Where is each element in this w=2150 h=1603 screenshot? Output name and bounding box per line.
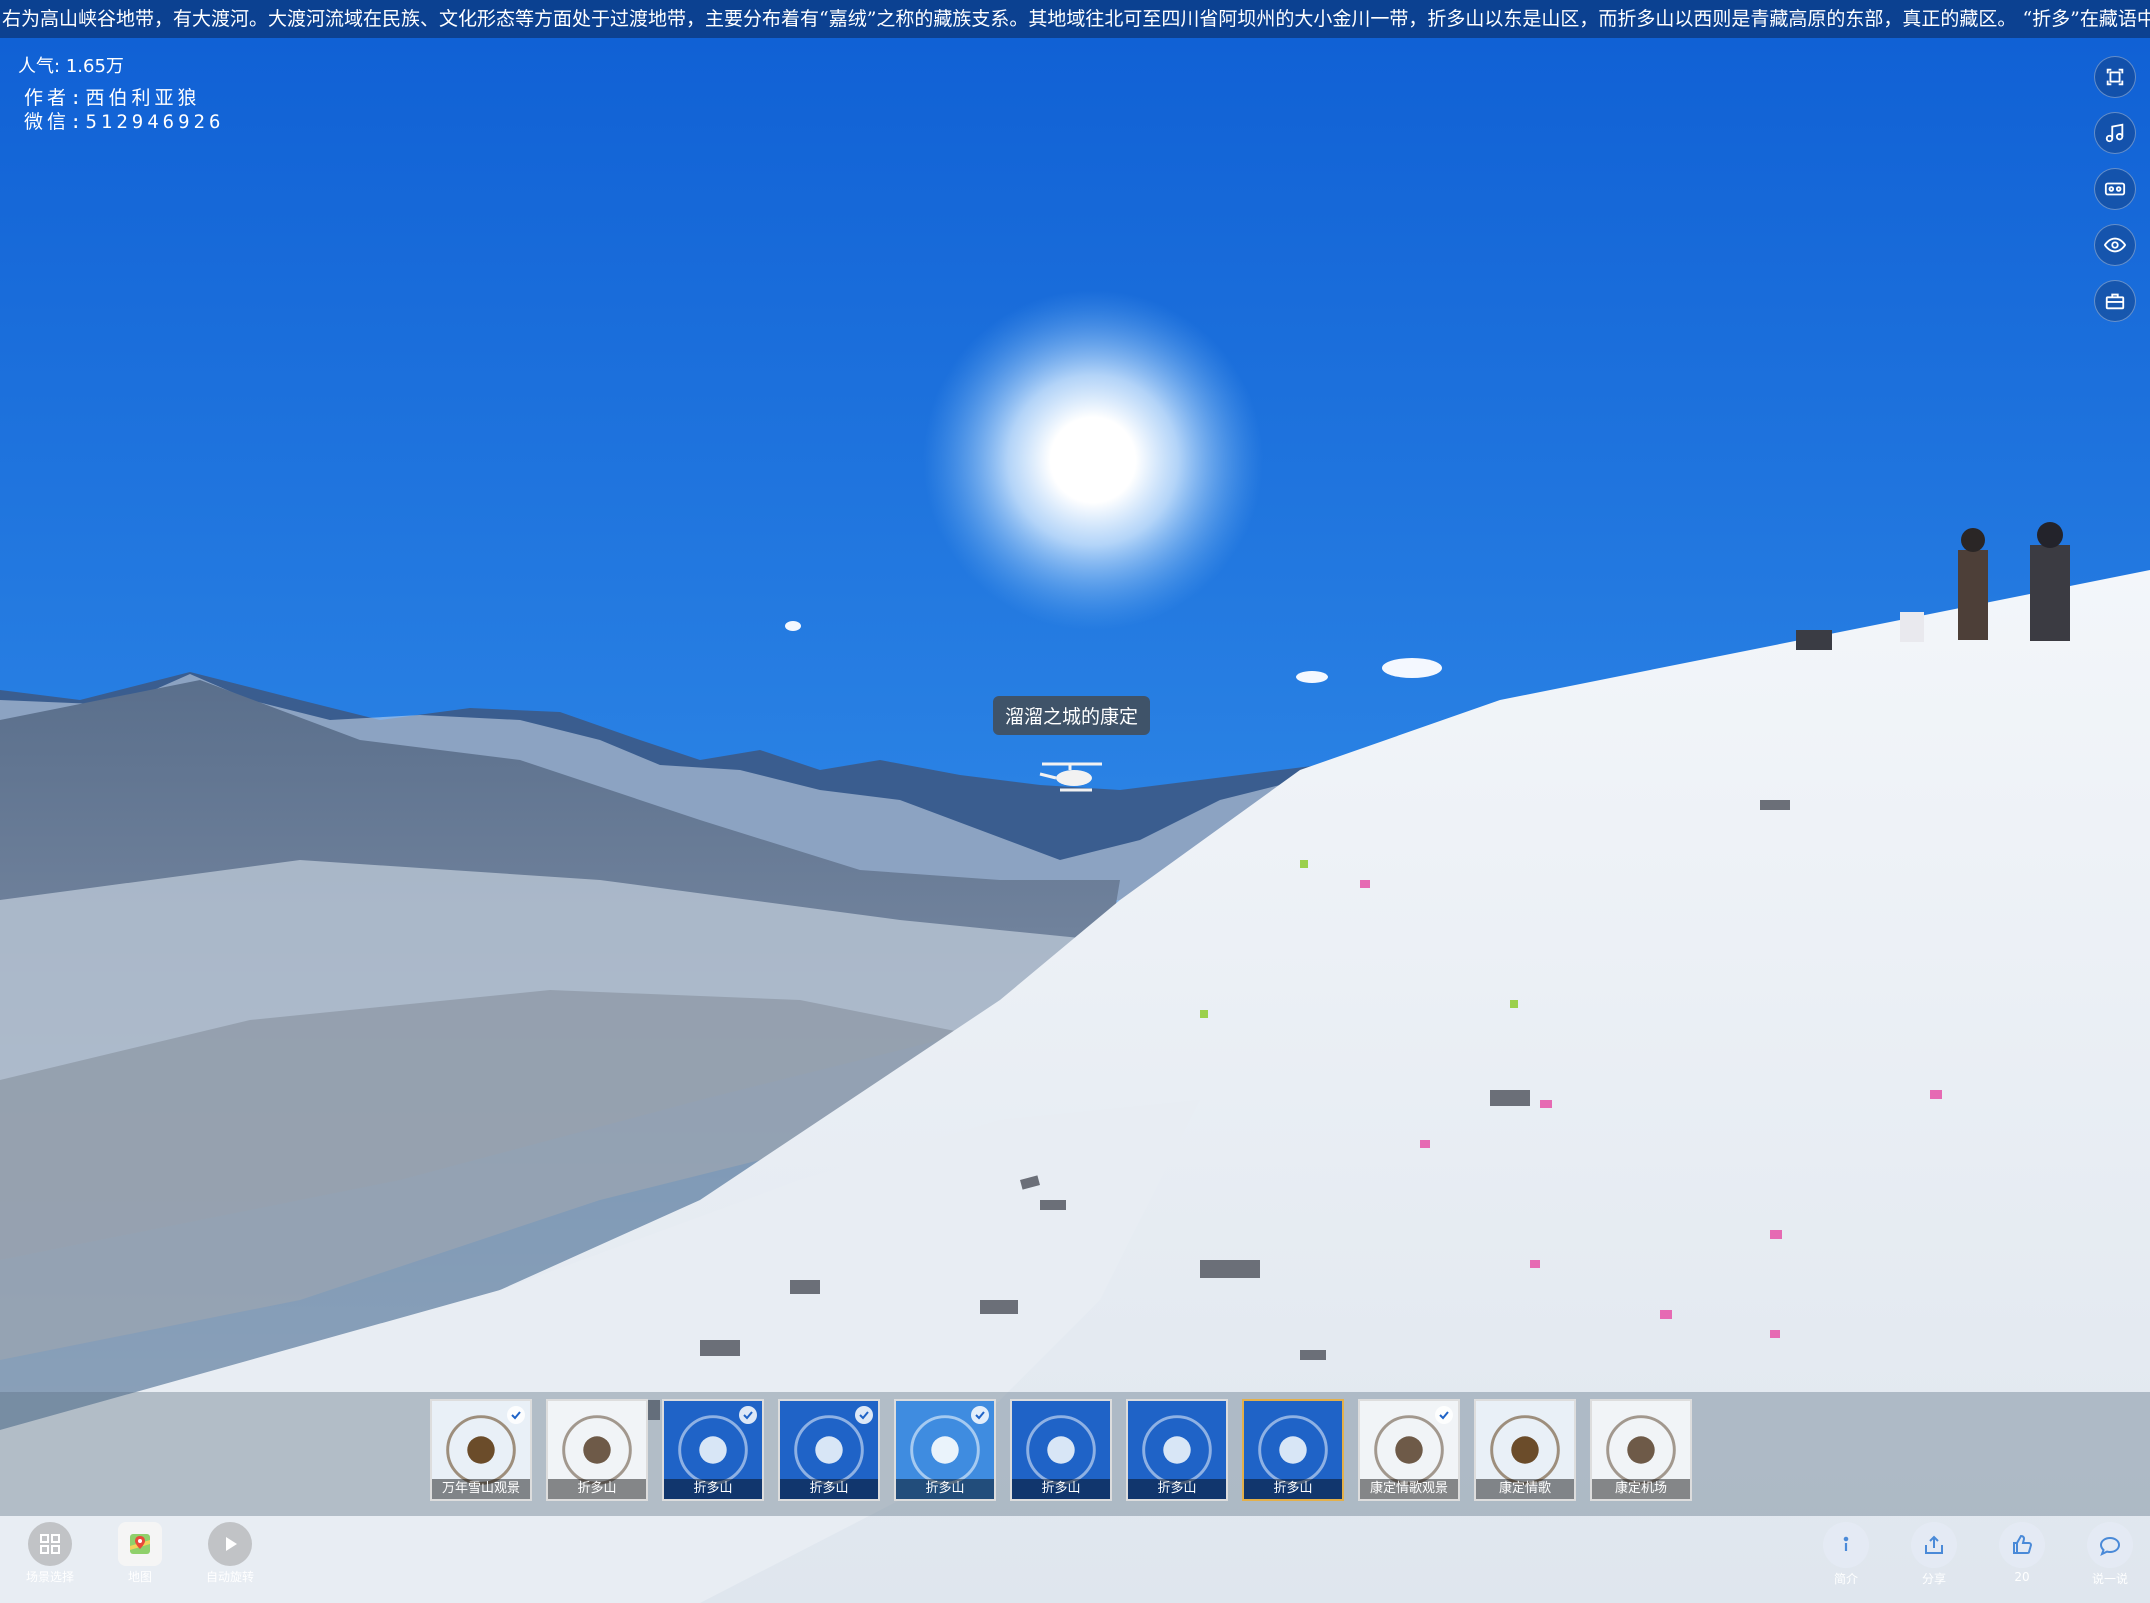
author-name: 作者:西伯利亚狼 xyxy=(24,87,201,109)
like-icon xyxy=(2013,1534,2033,1554)
like-button[interactable]: 20 xyxy=(1992,1522,2052,1587)
author-wechat: 微信:512946926 xyxy=(24,111,225,133)
vr-button[interactable] xyxy=(2094,168,2136,210)
visited-check-icon xyxy=(855,1406,873,1424)
panorama-view[interactable] xyxy=(0,0,2150,1603)
scene-select-button[interactable]: 场景选择 xyxy=(20,1522,80,1585)
scene-thumbnail[interactable]: 折多山 xyxy=(662,1399,764,1501)
right-toolbar xyxy=(2094,56,2136,322)
popularity-value: 1.65万 xyxy=(65,56,124,77)
thumbnail-caption: 折多山 xyxy=(664,1479,762,1499)
visited-check-icon xyxy=(739,1406,757,1424)
popularity-label: 人气: xyxy=(18,56,61,77)
play-icon xyxy=(226,1537,237,1551)
vr-icon xyxy=(2104,182,2126,196)
scene-thumbnail[interactable]: 万年雪山观景 xyxy=(430,1399,532,1501)
scene-thumbnail[interactable]: 康定情歌观景 xyxy=(1358,1399,1460,1501)
comment-icon xyxy=(2099,1536,2121,1556)
fullscreen-icon xyxy=(2106,68,2124,86)
info-icon xyxy=(1843,1536,1849,1551)
bottom-right-controls: 简介 分享 20 说一说 xyxy=(1816,1522,2140,1587)
scene-thumbnail[interactable]: 折多山 xyxy=(1010,1399,1112,1501)
comment-button[interactable]: 说一说 xyxy=(2080,1522,2140,1587)
author-info: 作者:西伯利亚狼 微信:512946926 xyxy=(24,86,224,134)
thumbnail-caption: 康定机场 xyxy=(1592,1479,1690,1499)
map-button[interactable]: 地图 xyxy=(110,1522,170,1585)
share-button[interactable]: 分享 xyxy=(1904,1522,1964,1587)
marquee-text: 右为高山峡谷地带，有大渡河。大渡河流域在民族、文化形态等方面处于过渡地带，主要分… xyxy=(2,8,2150,30)
gyroscope-button[interactable] xyxy=(2094,224,2136,266)
toolbox-icon xyxy=(2105,293,2125,310)
intro-button[interactable]: 简介 xyxy=(1816,1522,1876,1587)
like-count: 20 xyxy=(2014,1570,2030,1584)
visited-check-icon xyxy=(1435,1406,1453,1424)
music-button[interactable] xyxy=(2094,112,2136,154)
popularity-counter: 人气: 1.65万 xyxy=(18,52,124,78)
scene-thumbnail[interactable]: 折多山 xyxy=(546,1399,648,1501)
bottom-left-controls: 场景选择 地图 自动旋转 xyxy=(20,1522,260,1585)
thumbnail-caption: 折多山 xyxy=(548,1479,646,1499)
scene-select-label: 场景选择 xyxy=(25,1570,74,1584)
intro-marquee: 右为高山峡谷地带，有大渡河。大渡河流域在民族、文化形态等方面处于过渡地带，主要分… xyxy=(0,0,2150,38)
comment-label: 说一说 xyxy=(2091,1572,2128,1586)
intro-label: 简介 xyxy=(1833,1572,1858,1586)
thumbnail-caption: 折多山 xyxy=(1244,1479,1342,1499)
scene-thumbnail[interactable]: 康定机场 xyxy=(1590,1399,1692,1501)
scene-thumbnail-strip: 万年雪山观景 折多山 折多山 折多山 折多山 折多山 折多山 折多山 康定情歌观景 康定情歌 康定机… xyxy=(0,1392,2150,1516)
music-icon xyxy=(2105,123,2124,143)
map-label: 地图 xyxy=(127,1570,152,1584)
scene-thumbnail[interactable]: 折多山 xyxy=(778,1399,880,1501)
fullscreen-button[interactable] xyxy=(2094,56,2136,98)
scene-thumbnail[interactable]: 折多山 xyxy=(1126,1399,1228,1501)
autorotate-label: 自动旋转 xyxy=(205,1570,254,1584)
thumbnail-caption: 折多山 xyxy=(896,1479,994,1499)
map-icon xyxy=(130,1534,150,1554)
thumbnail-caption: 康定情歌观景 xyxy=(1360,1479,1458,1499)
grid-icon xyxy=(40,1534,60,1554)
helicopter-icon[interactable] xyxy=(1036,760,1106,796)
share-icon xyxy=(1925,1535,1943,1554)
thumbnail-list: 万年雪山观景 折多山 折多山 折多山 折多山 折多山 折多山 折多山 康定情歌观景 康定情歌 康定机… xyxy=(430,1399,1692,1501)
thumbnail-caption: 折多山 xyxy=(780,1479,878,1499)
hotspot-label[interactable]: 溜溜之城的康定 xyxy=(993,696,1151,735)
share-label: 分享 xyxy=(1921,1572,1946,1586)
toolbox-button[interactable] xyxy=(2094,280,2136,322)
thumbnail-caption: 康定情歌 xyxy=(1476,1479,1574,1499)
thumbnail-caption: 万年雪山观景 xyxy=(432,1479,530,1499)
thumbnail-caption: 折多山 xyxy=(1012,1479,1110,1499)
scene-thumbnail[interactable]: 折多山 xyxy=(1242,1399,1344,1501)
gyroscope-eye-icon xyxy=(2104,237,2126,253)
scene-thumbnail[interactable]: 康定情歌 xyxy=(1474,1399,1576,1501)
scene-thumbnail[interactable]: 折多山 xyxy=(894,1399,996,1501)
visited-check-icon xyxy=(507,1406,525,1424)
thumbnail-caption: 折多山 xyxy=(1128,1479,1226,1499)
autorotate-button[interactable]: 自动旋转 xyxy=(200,1522,260,1585)
visited-check-icon xyxy=(971,1406,989,1424)
